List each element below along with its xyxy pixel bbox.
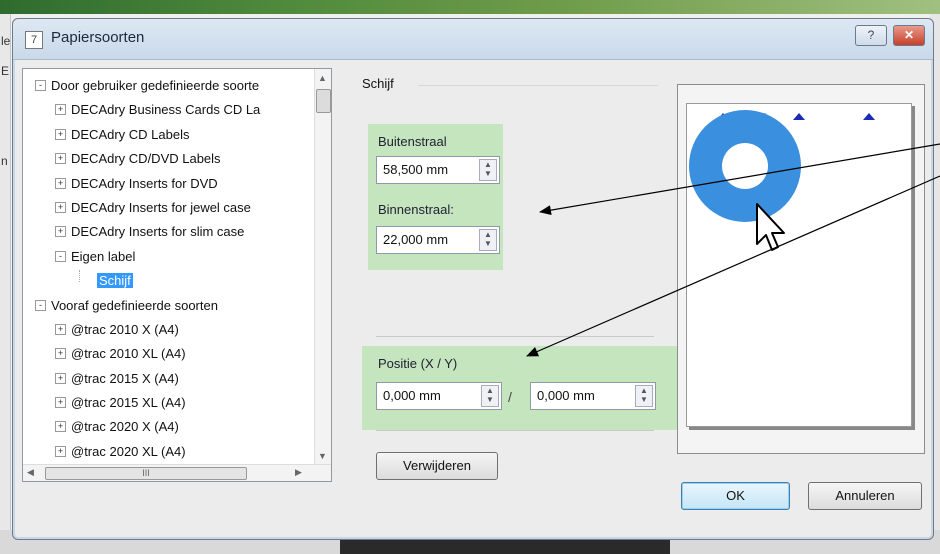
spinner-arrows-icon[interactable]: ▲ ▼	[635, 385, 653, 407]
background-text: E	[1, 64, 10, 78]
tree-item-label: @trac 2020 XL (A4)	[71, 443, 186, 459]
expand-icon[interactable]: +	[55, 397, 66, 409]
tree-item-label: Schijf	[97, 273, 133, 289]
separator	[376, 430, 654, 431]
cancel-button[interactable]: Annuleren	[808, 482, 922, 510]
groupbox-title: Schijf	[362, 76, 394, 91]
tree-item[interactable]: Schijf	[23, 270, 315, 294]
ok-button[interactable]: OK	[681, 482, 790, 510]
background-window-strip	[0, 0, 940, 14]
position-y-input[interactable]: 0,000 mm ▲ ▼	[530, 382, 656, 410]
tree-item[interactable]: + @trac 2015 X (A4)	[23, 368, 315, 392]
scroll-up-icon[interactable]: ▲	[318, 73, 327, 83]
tree-horizontal-scrollbar[interactable]: ◀ III ▶	[23, 464, 331, 481]
outer-radius-input[interactable]: 58,500 mm ▲ ▼	[376, 156, 500, 184]
position-label: Positie (X / Y)	[378, 356, 458, 371]
expand-icon[interactable]: +	[55, 153, 66, 165]
tree-item[interactable]: + @trac 2020 X (A4)	[23, 416, 315, 440]
position-y-value: 0,000 mm	[537, 388, 595, 403]
tree-item-label: @trac 2020 X (A4)	[71, 419, 179, 435]
expand-icon[interactable]: +	[55, 201, 66, 213]
expand-icon[interactable]: +	[55, 421, 66, 433]
tree-item-label: @trac 2015 X (A4)	[71, 370, 179, 386]
position-x-value: 0,000 mm	[383, 388, 441, 403]
groupbox-border	[418, 85, 658, 86]
marker-icon	[793, 113, 805, 120]
scroll-down-icon[interactable]: ▼	[318, 451, 327, 461]
tree-item[interactable]: - Door gebruiker gedefinieerde soorte	[23, 75, 315, 99]
title-bar[interactable]: 7 Papiersoorten ? ✕	[13, 19, 933, 60]
tree-item-label: DECAdry Inserts for jewel case	[71, 199, 251, 215]
tree-item-label: DECAdry CD/DVD Labels	[71, 151, 221, 167]
tree-item[interactable]: + @trac 2010 XL (A4)	[23, 343, 315, 367]
label-preview	[677, 84, 925, 454]
dialog-title: Papiersoorten	[51, 29, 145, 46]
help-button[interactable]: ?	[855, 25, 887, 46]
tree-item-label: DECAdry Inserts for DVD	[71, 175, 218, 191]
tree-item[interactable]: + DECAdry CD/DVD Labels	[23, 148, 315, 172]
expand-icon[interactable]: +	[55, 226, 66, 238]
scroll-left-icon[interactable]: ◀	[27, 467, 34, 478]
tree-item[interactable]: + DECAdry Business Cards CD La	[23, 99, 315, 123]
marker-icon	[863, 113, 875, 120]
spinner-arrows-icon[interactable]: ▲ ▼	[479, 229, 497, 251]
tree-item[interactable]: - Vooraf gedefinieerde soorten	[23, 295, 315, 319]
tree-item[interactable]: - Eigen label	[23, 246, 315, 270]
expand-icon[interactable]: +	[55, 445, 66, 457]
tree-item[interactable]: + DECAdry Inserts for DVD	[23, 173, 315, 197]
disc-hole	[722, 143, 768, 189]
position-separator: /	[508, 389, 512, 405]
outer-radius-value: 58,500 mm	[383, 162, 449, 177]
inner-radius-input[interactable]: 22,000 mm ▲ ▼	[376, 226, 500, 254]
delete-button[interactable]: Verwijderen	[376, 452, 498, 480]
expand-icon[interactable]: +	[55, 128, 66, 140]
tree-item[interactable]: + @trac 2020 XL (A4)	[23, 441, 315, 465]
expand-icon[interactable]: +	[55, 348, 66, 360]
tree-connector	[79, 270, 80, 283]
tree-item-label: Eigen label	[71, 248, 136, 264]
outer-radius-label: Buitenstraal	[378, 134, 447, 149]
tree-item-label: DECAdry Inserts for slim case	[71, 224, 245, 240]
tree-item[interactable]: + @trac 2010 X (A4)	[23, 319, 315, 343]
tree-item[interactable]: + DECAdry Inserts for jewel case	[23, 197, 315, 221]
tree-item-label: DECAdry Business Cards CD La	[71, 102, 261, 118]
tree-item-label: DECAdry CD Labels	[71, 126, 190, 142]
collapse-icon[interactable]: -	[35, 80, 46, 91]
horizontal-scroll-thumb[interactable]: III	[45, 467, 247, 480]
tree-vertical-scrollbar[interactable]: ▲ ▼	[314, 69, 331, 465]
tree-list: - Door gebruiker gedefinieerde soorte + DEC…	[23, 75, 315, 465]
expand-icon[interactable]: +	[55, 104, 66, 116]
expand-icon[interactable]: +	[55, 177, 66, 189]
background-image-fragment	[340, 538, 670, 554]
spinner-arrows-icon[interactable]: ▲ ▼	[479, 159, 497, 181]
tree-item[interactable]: + @trac 2015 XL (A4)	[23, 392, 315, 416]
paper-type-tree[interactable]: - Door gebruiker gedefinieerde soorte + DEC…	[22, 68, 332, 482]
spinner-arrows-icon[interactable]: ▲ ▼	[481, 385, 499, 407]
tree-item[interactable]: + DECAdry Inserts for slim case	[23, 221, 315, 245]
tree-item[interactable]: + DECAdry CD Labels	[23, 124, 315, 148]
collapse-icon[interactable]: -	[35, 299, 46, 311]
scroll-right-icon[interactable]: ▶	[295, 467, 302, 478]
scroll-thumb[interactable]	[316, 89, 331, 113]
tree-item-label: @trac 2010 X (A4)	[71, 321, 179, 337]
expand-icon[interactable]: +	[55, 323, 66, 335]
expand-icon[interactable]: +	[55, 372, 66, 384]
separator	[376, 336, 654, 337]
tree-item-label: Door gebruiker gedefinieerde soorte	[51, 78, 260, 93]
background-text: n	[1, 154, 8, 168]
app-icon: 7	[25, 31, 43, 49]
tree-item-label: @trac 2010 XL (A4)	[71, 346, 186, 362]
disc-preview	[689, 110, 875, 251]
preview-paper	[686, 103, 912, 427]
collapse-icon[interactable]: -	[55, 250, 66, 262]
inner-radius-value: 22,000 mm	[383, 232, 449, 247]
tree-item-label: @trac 2015 XL (A4)	[71, 395, 186, 411]
close-button[interactable]: ✕	[893, 25, 925, 46]
tree-item-label: Vooraf gedefinieerde soorten	[51, 297, 218, 313]
background-text: le	[1, 34, 11, 48]
background-left-edge: le E n	[0, 14, 11, 554]
position-x-input[interactable]: 0,000 mm ▲ ▼	[376, 382, 502, 410]
inner-radius-label: Binnenstraal:	[378, 202, 454, 217]
